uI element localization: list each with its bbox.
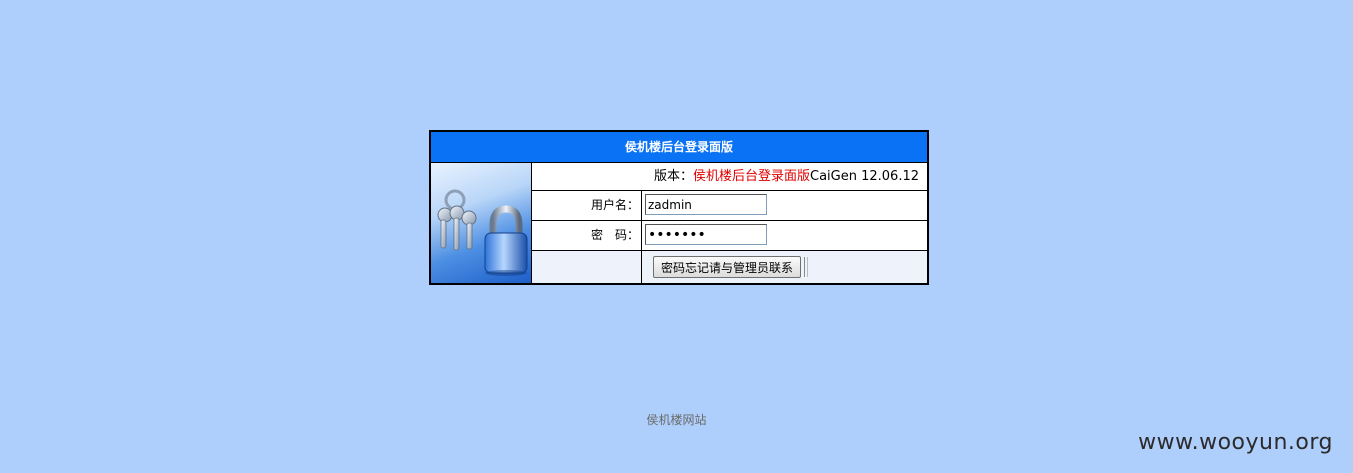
- version-product-name: 侯机楼后台登录面版: [692, 169, 810, 184]
- password-input[interactable]: [645, 224, 767, 245]
- button-divider: [804, 257, 808, 277]
- lock-illustration: [431, 163, 532, 283]
- watermark: www.wooyun.org: [1138, 430, 1333, 455]
- forgot-password-button[interactable]: 密码忘记请与管理员联系: [653, 256, 801, 278]
- login-panel: 侯机楼后台登录面版 版本：侯机楼后台登录面版CaiGen 12.06.12 用户…: [429, 130, 929, 285]
- login-title: 侯机楼后台登录面版: [431, 132, 927, 163]
- version-code: CaiGen 12.06.12: [810, 169, 919, 184]
- button-row-spacer: [532, 251, 642, 283]
- version-label: 版本：: [653, 169, 693, 184]
- password-row: 密 码：: [532, 221, 927, 251]
- button-row: 密码忘记请与管理员联系: [532, 251, 927, 283]
- padlock-icon: [437, 189, 528, 276]
- username-row: 用户名：: [532, 191, 927, 221]
- version-row: 版本：侯机楼后台登录面版CaiGen 12.06.12: [532, 163, 927, 191]
- version-info: 版本：侯机楼后台登录面版CaiGen 12.06.12: [654, 163, 919, 190]
- username-label: 用户名：: [532, 191, 642, 220]
- username-input[interactable]: [645, 194, 767, 215]
- keys-icon: [437, 189, 477, 251]
- password-label: 密 码：: [532, 221, 642, 250]
- site-footer: 侯机楼网站: [646, 413, 707, 427]
